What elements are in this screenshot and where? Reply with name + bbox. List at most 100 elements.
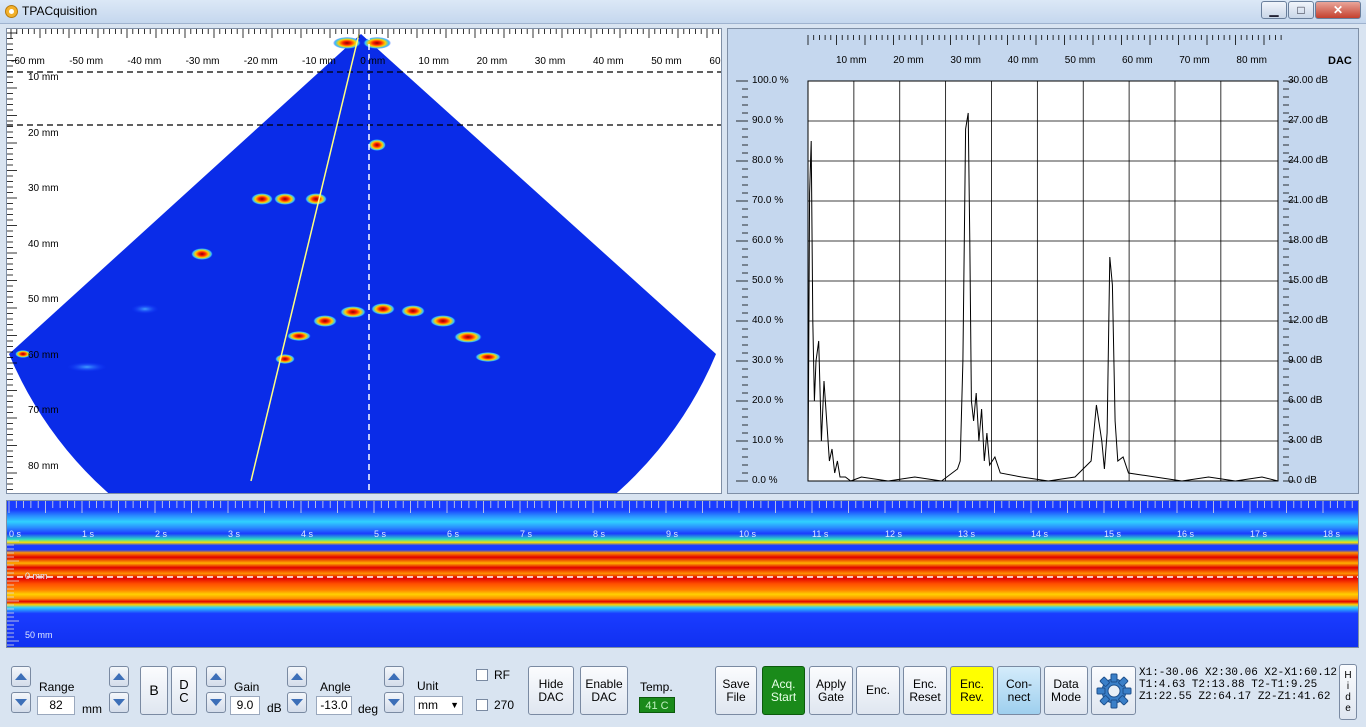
data-mode-button[interactable]: Data Mode [1044, 666, 1088, 715]
cscan-panel[interactable]: 0 s 1 s 2 s 3 s 4 s 5 s 6 s 7 s 8 s 9 s 10 s 11 s 12… [6, 500, 1359, 648]
ascan-db-label: 21.00 dB [1288, 195, 1329, 206]
ascan-db-label: 0.0 dB [1288, 475, 1317, 486]
angle-down-button[interactable] [287, 692, 307, 713]
sector-image [9, 34, 716, 493]
reflector-spot [287, 331, 311, 341]
bscan-top-tick-label: 10 mm [418, 56, 449, 67]
hide-dac-button[interactable]: Hide DAC [528, 666, 574, 715]
gain-unit: dB [267, 701, 282, 715]
reflector-spot [275, 354, 295, 364]
cscan-time-label: 3 s [228, 529, 241, 539]
deg270-checkbox[interactable] [476, 699, 488, 711]
ascan-db-label: 18.00 dB [1288, 235, 1329, 246]
cscan-time-label: 2 s [155, 529, 168, 539]
rf-label: RF [494, 668, 510, 682]
ascan-db-label: 6.00 dB [1288, 395, 1323, 406]
cscan-view[interactable] [7, 501, 1359, 648]
b-mode-button[interactable]: B [140, 666, 168, 715]
bscan-panel[interactable]: -60 mm -50 mm -40 mm -30 mm -20 mm -10 mm 0 mm… [6, 28, 722, 494]
settings-button[interactable] [1091, 666, 1136, 715]
bscan-top-tick-label: 30 mm [534, 56, 566, 67]
arrow-up-icon [113, 673, 125, 680]
cscan-time-label: 9 s [666, 529, 679, 539]
close-button[interactable]: ✕ [1315, 1, 1361, 19]
minimize-icon: ▁ [1269, 3, 1279, 17]
ascan-chart[interactable] [728, 29, 1359, 494]
gain-value-field[interactable]: 9.0 [230, 696, 260, 715]
enc-reset-button[interactable]: Enc. Reset [903, 666, 947, 715]
bscan-depth-tick-label: 50 mm [28, 294, 59, 305]
close-icon: ✕ [1332, 3, 1344, 17]
angle-up-button[interactable] [287, 666, 307, 687]
minimize-button[interactable]: ▁ [1261, 1, 1287, 19]
ascan-db-label: 30.00 dB [1288, 75, 1329, 86]
range-value-field[interactable]: 82 [37, 696, 75, 715]
reflector-spot [430, 315, 456, 327]
enc-rev-button[interactable]: Enc. Rev. [950, 666, 994, 715]
range-up-button[interactable] [11, 666, 31, 687]
title-bar[interactable]: TPACquisition ▁ □ ✕ [0, 0, 1366, 24]
ascan-percent-label: 10.0 % [752, 435, 784, 446]
ascan-top-tick-label: 50 mm [1064, 55, 1096, 66]
bscan-top-tick-label: 50 mm [651, 56, 682, 67]
hide-panel-button[interactable]: H i d e [1339, 664, 1357, 720]
app-icon [5, 5, 18, 18]
unit-select[interactable]: mm ▼ [414, 696, 463, 715]
connect-button[interactable]: Con- nect [997, 666, 1041, 715]
apply-gate-button[interactable]: Apply Gate [809, 666, 853, 715]
gain-down-button[interactable] [206, 692, 226, 713]
ascan-top-tick-label: 70 mm [1179, 55, 1210, 66]
bscan-top-tick-label: 20 mm [476, 56, 508, 67]
bscan-depth-tick-label: 10 mm [28, 72, 59, 83]
measurement-readout: X1:-30.06 X2:30.06 X2-X1:60.12 T1:4.63 T2… [1139, 667, 1337, 703]
bscan-top-tick-label: 40 mm [593, 56, 624, 67]
ascan-percent-label: 0.0 % [752, 475, 778, 486]
bscan-depth-tick-label: 60 mm [28, 349, 59, 361]
cscan-time-label: 8 s [593, 529, 606, 539]
temperature-readout: 41 C [639, 697, 675, 713]
chevron-down-icon: ▼ [450, 700, 459, 710]
cscan-time-label: 6 s [447, 529, 460, 539]
measurement-line-t: T1:4.63 T2:13.88 T2-T1:9.25 [1139, 679, 1318, 691]
bscan-view[interactable] [7, 29, 722, 494]
range-step-up-button[interactable] [109, 666, 129, 687]
bscan-depth-tick-label: 30 mm [28, 183, 59, 194]
window-title: TPACquisition [22, 4, 98, 18]
angle-value-field[interactable]: -13.0 [316, 696, 352, 715]
ascan-percent-label: 100.0 % [752, 75, 789, 86]
reflector-spot [340, 306, 366, 318]
angle-step-up-button[interactable] [384, 666, 404, 687]
ascan-percent-label: 80.0 % [752, 155, 784, 166]
gain-up-button[interactable] [206, 666, 226, 687]
reflector-spot [454, 331, 482, 343]
maximize-button[interactable]: □ [1288, 1, 1314, 19]
range-down-button[interactable] [11, 692, 31, 713]
rf-checkbox[interactable] [476, 669, 488, 681]
bscan-depth-tick-label: 80 mm [28, 460, 59, 472]
cscan-time-label: 0 s [9, 529, 22, 539]
reflector-spot [363, 37, 391, 49]
reflector-spot [67, 362, 107, 372]
cscan-time-label: 10 s [739, 529, 757, 539]
ascan-top-tick-label: 80 mm [1236, 55, 1267, 66]
enable-dac-button[interactable]: Enable DAC [580, 666, 628, 715]
cscan-time-label: 13 s [958, 529, 976, 539]
cscan-depth-label: 50 mm [25, 630, 53, 640]
unit-select-value: mm [418, 698, 438, 712]
angle-unit: deg [358, 702, 379, 716]
unit-label: Unit [417, 679, 439, 693]
save-file-button[interactable]: Save File [715, 666, 757, 715]
ascan-panel[interactable]: 10 mm 20 mm 30 mm 40 mm 50 mm 60 mm 70 mm 80 mm… [727, 28, 1359, 494]
ascan-percent-label: 90.0 % [752, 115, 784, 126]
bscan-top-tick-label: -10 mm [302, 56, 336, 67]
cscan-time-label: 14 s [1031, 529, 1049, 539]
range-step-down-button[interactable] [109, 692, 129, 713]
dc-mode-button[interactable]: D C [171, 666, 197, 715]
ascan-percent-label: 40.0 % [752, 315, 784, 326]
ascan-db-label: 9.00 dB [1288, 355, 1323, 366]
enc-button[interactable]: Enc. [856, 666, 900, 715]
bscan-top-tick-label: 60 mm [709, 56, 721, 67]
cscan-time-label: 18 s [1323, 529, 1341, 539]
angle-step-down-button[interactable] [384, 692, 404, 713]
acq-start-button[interactable]: Acq. Start [762, 666, 805, 715]
